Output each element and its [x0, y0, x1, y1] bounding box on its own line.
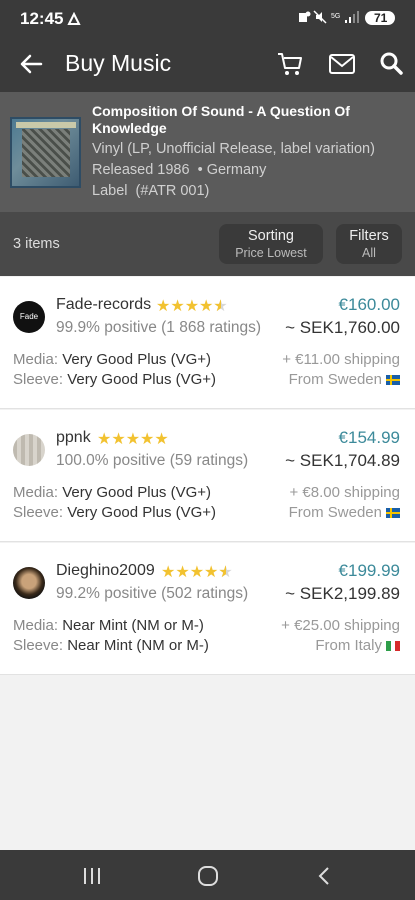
seller-name[interactable]: Dieghino2009 — [56, 562, 155, 580]
seller-avatar: Fade — [13, 301, 45, 333]
system-nav-bar — [0, 850, 415, 900]
filters-value: All — [362, 246, 376, 260]
release-date-row: Released 1986 • Germany — [92, 162, 266, 178]
arrow-left-icon[interactable] — [17, 50, 45, 78]
sleeve-condition: Sleeve: Very Good Plus (VG+) — [13, 504, 217, 521]
seller-ratings: 99.2% positive (502 ratings) — [56, 585, 249, 602]
release-label-row: Label (#ATR 001) — [92, 183, 209, 199]
media-condition: Media: Very Good Plus (VG+) — [13, 351, 212, 368]
shipping-cost: + €11.00 shipping — [282, 351, 400, 368]
release-header[interactable]: Composition Of Sound - A Question Of Kno… — [0, 92, 415, 212]
back-icon[interactable] — [316, 866, 332, 886]
release-label: Label — [92, 183, 128, 199]
seller-name[interactable]: ppnk — [56, 429, 91, 447]
app-bar: Buy Music — [0, 36, 415, 92]
filters-button[interactable]: Filters All — [336, 224, 402, 264]
page-title: Buy Music — [65, 50, 172, 76]
seller-ratings: 100.0% positive (59 ratings) — [56, 452, 249, 469]
sleeve-condition: Sleeve: Very Good Plus (VG+) — [13, 371, 217, 388]
status-bar: 12:45 5G 71 — [0, 0, 415, 36]
search-icon[interactable] — [378, 50, 406, 78]
album-cover — [10, 117, 81, 188]
listing-item[interactable]: Fade Fade-records ★★★★★ 99.9% positive (… — [0, 277, 415, 409]
seller-name[interactable]: Fade-records — [56, 296, 151, 314]
results-toolbar: 3 items Sorting Price Lowest Filters All — [0, 212, 415, 276]
sorting-button[interactable]: Sorting Price Lowest — [219, 224, 323, 264]
signal-5g-icon: 5G — [331, 11, 359, 23]
listing-item[interactable]: Dieghino2009 ★★★★★ 99.2% positive (502 r… — [0, 543, 415, 675]
cart-icon[interactable] — [276, 50, 304, 78]
battery-level: 71 — [374, 11, 388, 25]
media-condition: Media: Very Good Plus (VG+) — [13, 484, 212, 501]
price-sek: ~ SEK1,704.89 — [285, 451, 400, 470]
price-sek: ~ SEK1,760.00 — [285, 318, 400, 337]
release-catno: (#ATR 001) — [135, 183, 210, 199]
recent-apps-icon[interactable] — [82, 867, 102, 885]
items-count: 3 items — [13, 236, 60, 252]
shipping-cost: + €25.00 shipping — [281, 617, 400, 634]
app-notification-icon — [67, 12, 81, 25]
release-title: Composition Of Sound - A Question Of Kno… — [92, 103, 350, 136]
sorting-value: Price Lowest — [235, 246, 307, 260]
release-date: Released 1986 — [92, 162, 190, 178]
sweden-flag-icon — [386, 508, 400, 518]
italy-flag-icon — [386, 641, 400, 651]
ships-from: From Sweden — [289, 504, 400, 521]
listing-item[interactable]: ppnk ★★★★★ 100.0% positive (59 ratings) … — [0, 410, 415, 542]
price-eur: €199.99 — [338, 561, 400, 580]
ships-from: From Italy — [315, 637, 400, 654]
media-condition: Media: Near Mint (NM or M-) — [13, 617, 204, 634]
mail-icon[interactable] — [328, 50, 356, 78]
price-sek: ~ SEK2,199.89 — [285, 584, 400, 603]
seller-stars: ★★★★★ — [156, 296, 228, 316]
avatar-text: Fade — [19, 312, 39, 321]
notification-icon — [299, 11, 311, 22]
seller-ratings: 99.9% positive (1 868 ratings) — [56, 319, 262, 336]
sorting-label: Sorting — [248, 228, 294, 244]
sleeve-condition: Sleeve: Near Mint (NM or M-) — [13, 637, 209, 654]
ships-from: From Sweden — [289, 371, 400, 388]
seller-stars: ★★★★★ — [161, 562, 233, 582]
price-eur: €154.99 — [338, 428, 400, 447]
mute-icon — [313, 10, 327, 24]
price-eur: €160.00 — [338, 295, 400, 314]
seller-avatar — [13, 567, 45, 599]
home-icon[interactable] — [197, 865, 219, 887]
release-country: • Germany — [197, 162, 267, 178]
seller-stars: ★★★★★ — [97, 431, 169, 448]
svg-text:5G: 5G — [331, 13, 340, 20]
filters-label: Filters — [349, 228, 389, 244]
seller-avatar — [13, 434, 45, 466]
shipping-cost: + €8.00 shipping — [289, 484, 400, 501]
status-time: 12:45 — [20, 9, 64, 28]
sweden-flag-icon — [386, 375, 400, 385]
release-format: Vinyl (LP, Unofficial Release, label var… — [92, 141, 375, 157]
